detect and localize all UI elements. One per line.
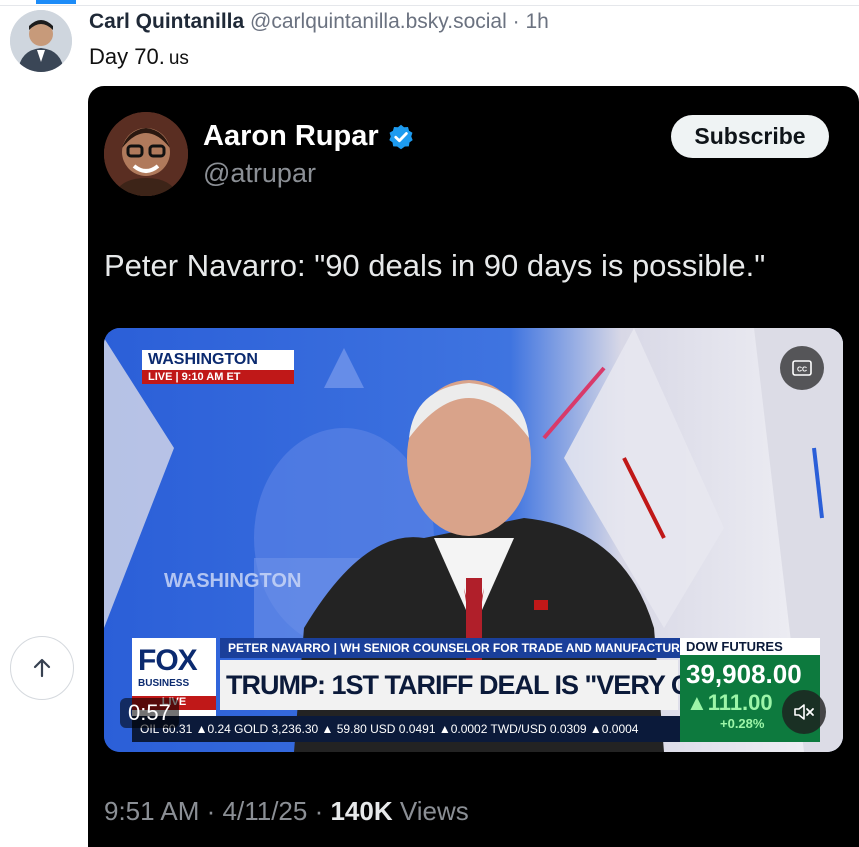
news-chyron: FOX BUSINESS LIVE PETER NAVARRO | WH SEN… bbox=[132, 638, 822, 742]
post-body: Day 70. bbox=[89, 44, 165, 69]
live-location-badge: WASHINGTON LIVE | 9:10 AM ET bbox=[142, 350, 294, 384]
active-tab-indicator bbox=[36, 0, 76, 4]
lower-third-name: PETER NAVARRO | WH SENIOR COUNSELOR FOR … bbox=[220, 638, 680, 658]
subscribe-button[interactable]: Subscribe bbox=[671, 115, 829, 158]
author-name[interactable]: Carl Quintanilla bbox=[89, 10, 244, 33]
post-text: Day 70. us bbox=[89, 44, 189, 70]
live-location: WASHINGTON bbox=[142, 350, 294, 370]
live-time: LIVE | 9:10 AM ET bbox=[142, 370, 294, 384]
scroll-to-top-button[interactable] bbox=[10, 636, 74, 700]
svg-text:CC: CC bbox=[797, 367, 807, 374]
dow-value: 39,908.00 bbox=[686, 659, 802, 689]
embedded-post-card[interactable]: Aaron Rupar @atrupar Subscribe Peter Nav… bbox=[88, 86, 859, 847]
header-separator: · bbox=[512, 10, 520, 33]
closed-captions-button[interactable]: CC bbox=[780, 346, 824, 390]
embed-author-row: Aaron Rupar bbox=[203, 120, 415, 153]
embed-author-handle[interactable]: @atrupar bbox=[203, 158, 316, 189]
stats-sep-2: · bbox=[307, 796, 331, 826]
views-label: Views bbox=[392, 796, 469, 826]
dow-label: DOW FUTURES bbox=[680, 638, 820, 655]
network-sub: BUSINESS bbox=[138, 678, 190, 689]
post-stats: 9:51 AM · 4/11/25 · 140K Views bbox=[104, 796, 469, 827]
post-time[interactable]: 1h bbox=[525, 10, 548, 33]
arrow-up-icon bbox=[33, 658, 51, 678]
avatar-image bbox=[10, 10, 72, 72]
stats-sep-1: · bbox=[199, 796, 223, 826]
embed-author-name[interactable]: Aaron Rupar bbox=[203, 120, 379, 153]
flag-emoji: us bbox=[168, 48, 189, 69]
top-divider bbox=[0, 0, 859, 6]
post-header: Carl Quintanilla @carlquintanilla.bsky.s… bbox=[89, 10, 549, 34]
video-duration: 0:57 bbox=[120, 698, 179, 728]
embed-avatar-image bbox=[104, 112, 188, 196]
embed-author-avatar[interactable] bbox=[104, 112, 188, 196]
market-ticker: OIL 60.31 ▲0.24 GOLD 3,236.30 ▲ 59.80 US… bbox=[132, 716, 700, 742]
closed-caption-icon: CC bbox=[792, 360, 812, 376]
views-count: 140K bbox=[330, 796, 393, 826]
mute-button[interactable] bbox=[782, 690, 826, 734]
mute-icon bbox=[794, 704, 814, 720]
stats-date[interactable]: 4/11/25 bbox=[223, 796, 308, 826]
embed-quote-text: Peter Navarro: "90 deals in 90 days is p… bbox=[104, 248, 766, 283]
verified-badge-icon bbox=[388, 124, 413, 149]
network-name: FOX bbox=[138, 644, 198, 677]
author-handle[interactable]: @carlquintanilla.bsky.social bbox=[250, 10, 507, 33]
chyron-headline: TRUMP: 1ST TARIFF DEAL IS "VERY CLOSE" bbox=[220, 660, 772, 710]
location-watermark: WASHINGTON bbox=[164, 570, 302, 592]
author-avatar[interactable] bbox=[10, 10, 72, 72]
stats-time[interactable]: 9:51 AM bbox=[104, 796, 199, 826]
video-player[interactable]: WASHINGTON LIVE | 9:10 AM ET WASHINGTON … bbox=[104, 328, 843, 752]
